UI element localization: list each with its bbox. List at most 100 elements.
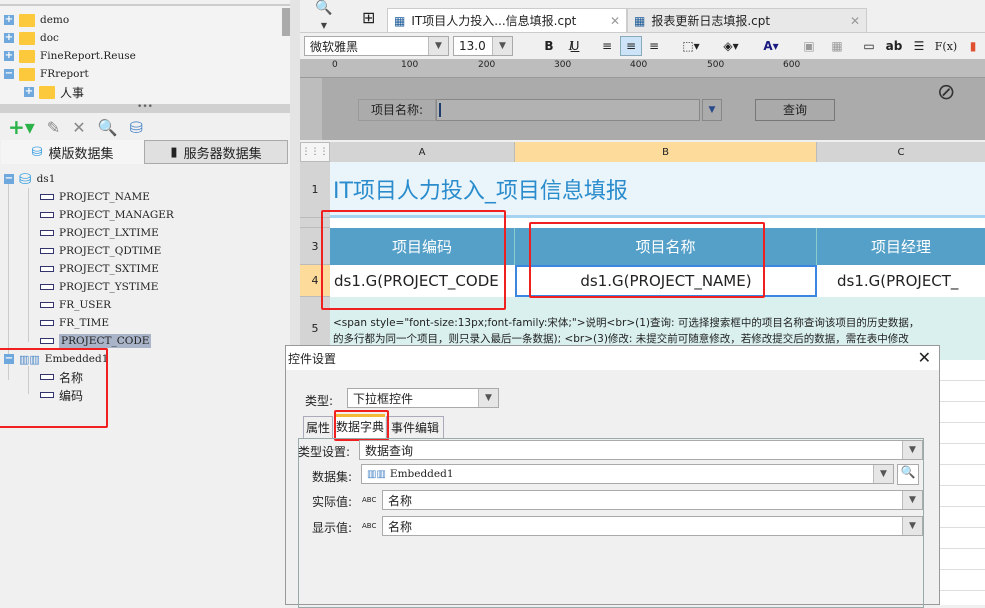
align-left-icon[interactable]: ≡: [598, 36, 616, 56]
horizontal-ruler: 0 100 200 300 400 500 600: [300, 59, 985, 78]
tree-item-demo[interactable]: + demo: [4, 11, 69, 29]
field-icon: [40, 230, 54, 236]
highlight-box: [0, 348, 108, 428]
tab-template-dataset[interactable]: ⛁ 模版数据集: [1, 140, 144, 164]
abc-type-icon[interactable]: ABC: [362, 496, 376, 504]
display-value-select[interactable]: 名称 ▼: [382, 516, 923, 536]
report-icon: ▦: [634, 13, 646, 28]
text-button[interactable]: ab: [884, 36, 904, 56]
tab-server-dataset[interactable]: ▮ 服务器数据集: [144, 140, 288, 164]
dropdown-icon[interactable]: ▼: [702, 99, 722, 121]
splitter[interactable]: •••: [0, 103, 290, 113]
tab-event-edit[interactable]: 事件编辑: [386, 416, 444, 438]
paragraph-icon[interactable]: ☰: [910, 36, 928, 56]
field-item[interactable]: PROJECT_LXTIME: [40, 224, 159, 242]
data-cell-manager[interactable]: ds1.G(PROJECT_: [817, 265, 985, 297]
add-icon[interactable]: +▾: [8, 115, 35, 139]
abc-type-icon[interactable]: ABC: [362, 522, 376, 530]
table-icon: ▥▥: [367, 468, 386, 480]
chevron-down-icon[interactable]: ▼: [902, 517, 922, 535]
new-sheet-icon[interactable]: ⊞: [362, 8, 375, 27]
field-icon: [40, 302, 54, 308]
close-icon[interactable]: ✕: [850, 14, 860, 28]
close-icon[interactable]: ✕: [610, 14, 620, 28]
underline-button[interactable]: U: [566, 36, 584, 56]
field-item[interactable]: PROJECT_SXTIME: [40, 260, 159, 278]
tab-properties[interactable]: 属性: [303, 416, 333, 438]
bold-button[interactable]: B: [540, 36, 558, 56]
database-icon: ⛁: [19, 170, 32, 188]
font-select[interactable]: 微软雅黑 ▼: [304, 36, 449, 56]
border-icon[interactable]: ⬚▾: [676, 36, 706, 56]
type-setting-select[interactable]: 数据查询 ▼: [359, 440, 923, 460]
chevron-down-icon[interactable]: ▼: [428, 37, 448, 55]
field-item[interactable]: PROJECT_NAME: [40, 188, 150, 206]
unmerge-icon[interactable]: ▦: [828, 36, 846, 56]
font-color-icon[interactable]: A▾: [756, 36, 786, 56]
expand-icon[interactable]: +: [24, 87, 34, 97]
field-item[interactable]: PROJECT_QDTIME: [40, 242, 161, 260]
tree-item-doc[interactable]: + doc: [4, 29, 59, 47]
field-icon: [40, 320, 54, 326]
preview-icon[interactable]: 🔍 ▼: [312, 0, 336, 30]
collapse-icon[interactable]: −: [4, 174, 14, 184]
chart-icon[interactable]: ▮: [964, 36, 982, 56]
chevron-down-icon[interactable]: ▼: [492, 37, 512, 55]
header-cell-manager[interactable]: 项目经理: [817, 228, 985, 265]
dataset-ds1[interactable]: − ⛁ ds1: [4, 170, 55, 188]
highlight-box: [334, 410, 389, 441]
scrollbar[interactable]: [282, 8, 290, 36]
column-header-a[interactable]: A: [330, 142, 515, 162]
expand-icon[interactable]: +: [4, 15, 14, 25]
server-link-icon[interactable]: ⛁: [130, 118, 143, 137]
field-icon: [40, 284, 54, 290]
tree-item-reuse[interactable]: + FineReport.Reuse: [4, 47, 136, 65]
sheet-corner[interactable]: ⋮⋮⋮: [300, 142, 330, 162]
chevron-down-icon[interactable]: ▼: [873, 465, 893, 483]
file-tree: + demo + doc + FineReport.Reuse − FRreport +…: [0, 4, 290, 106]
database-icon: ⛁: [31, 144, 43, 160]
field-item[interactable]: PROJECT_MANAGER: [40, 206, 174, 224]
query-button[interactable]: 查询: [755, 99, 835, 121]
collapse-icon[interactable]: −: [4, 69, 14, 79]
hide-icon[interactable]: ⊘: [937, 80, 955, 105]
close-icon[interactable]: ✕: [918, 348, 931, 367]
actual-value-select[interactable]: 名称 ▼: [382, 490, 923, 510]
report-icon: ▦: [394, 13, 406, 28]
grid-area: [940, 360, 985, 605]
tree-item-frreport[interactable]: − FRreport: [4, 65, 89, 83]
chevron-down-icon[interactable]: ▼: [902, 441, 922, 459]
dataset-select[interactable]: ▥▥ Embedded1 ▼: [361, 464, 894, 484]
field-item[interactable]: PROJECT_YSTIME: [40, 278, 158, 296]
tab-editor-1[interactable]: ▦ IT项目人力投入...信息填报.cpt ✕: [387, 8, 627, 32]
expand-icon[interactable]: +: [4, 51, 14, 61]
align-center-icon[interactable]: ≡: [620, 36, 642, 56]
expand-icon[interactable]: +: [4, 33, 14, 43]
highlight-box: [321, 210, 506, 310]
fill-color-icon[interactable]: ◈▾: [716, 36, 746, 56]
widget-settings-dialog: 控件设置 ✕ 类型: 下拉框控件 ▼ 属性 数据字典 事件编辑 类型设置: 数据查…: [285, 345, 940, 608]
param-label: 项目名称:: [358, 99, 436, 121]
field-item[interactable]: FR_TIME: [40, 314, 109, 332]
type-select[interactable]: 下拉框控件 ▼: [347, 388, 499, 408]
delete-icon[interactable]: ✕: [72, 118, 85, 137]
edit-icon[interactable]: ✎: [47, 118, 60, 137]
preview-icon[interactable]: 🔍: [98, 118, 118, 137]
align-right-icon[interactable]: ≡: [645, 36, 663, 56]
widget-icon[interactable]: ▭: [860, 36, 878, 56]
chevron-down-icon[interactable]: ▼: [478, 389, 498, 407]
preview-dataset-icon[interactable]: 🔍: [897, 464, 919, 485]
highlight-box: [529, 222, 765, 298]
column-header-c[interactable]: C: [817, 142, 985, 162]
field-item[interactable]: FR_USER: [40, 296, 111, 314]
tab-editor-2[interactable]: ▦ 报表更新日志填报.cpt ✕: [627, 8, 867, 32]
formula-button[interactable]: F(x): [934, 36, 958, 56]
chevron-down-icon[interactable]: ▼: [902, 491, 922, 509]
param-name-input[interactable]: [436, 99, 700, 121]
tree-item-hr[interactable]: + 人事: [24, 83, 84, 101]
merge-icon[interactable]: ▣: [800, 36, 818, 56]
column-header-b[interactable]: B: [515, 142, 817, 162]
font-size-select[interactable]: 13.0 ▼: [453, 36, 513, 56]
dataset-toolbar: +▾ ✎ ✕ 🔍 ⛁: [0, 115, 290, 139]
folder-icon: [19, 31, 35, 45]
